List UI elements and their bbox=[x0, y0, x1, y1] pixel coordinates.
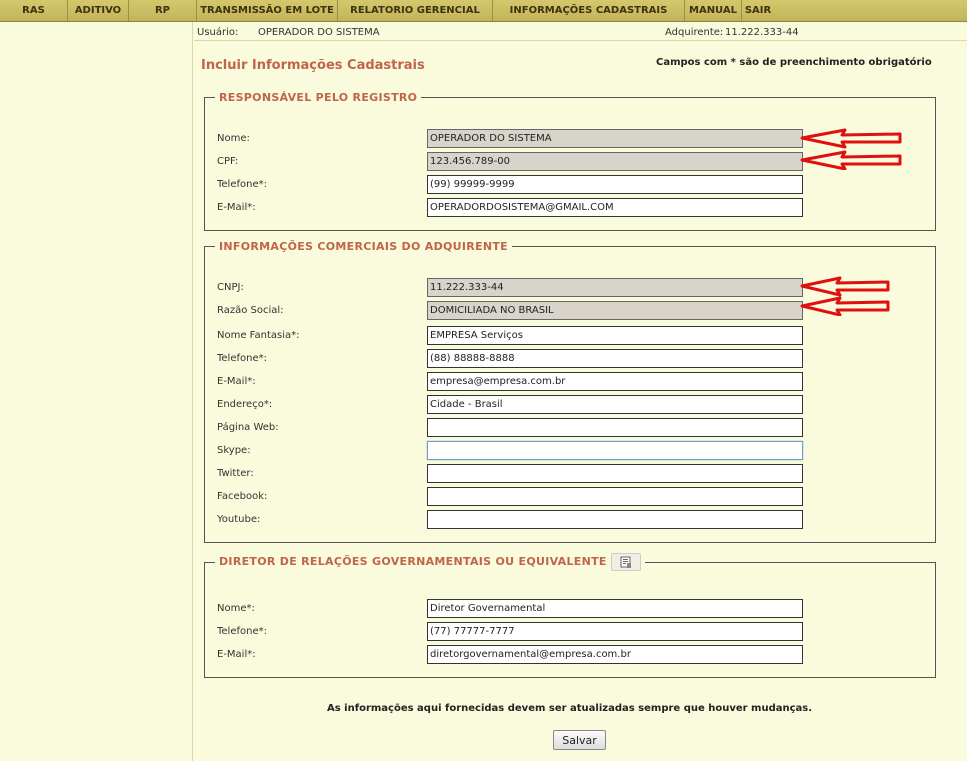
email-comercial-field[interactable] bbox=[427, 372, 803, 391]
cpf-field bbox=[427, 152, 803, 171]
label-cnpj: CNPJ: bbox=[217, 282, 244, 293]
acquirer-value: 11.222.333-44 bbox=[725, 27, 799, 38]
menu-item-relatorio-gerencial[interactable]: RELATORIO GERENCIAL bbox=[338, 0, 493, 21]
label-nome-diretor: Nome*: bbox=[217, 603, 255, 614]
youtube-field[interactable] bbox=[427, 510, 803, 529]
pagina-web-field[interactable] bbox=[427, 418, 803, 437]
section-legend-responsavel: RESPONSÁVEL PELO REGISTRO bbox=[219, 91, 418, 104]
telefone-diretor-field[interactable] bbox=[427, 622, 803, 641]
nome-fantasia-field[interactable] bbox=[427, 326, 803, 345]
label-telefone-comercial: Telefone*: bbox=[217, 353, 267, 364]
acquirer-label: Adquirente: bbox=[665, 27, 724, 38]
label-facebook: Facebook: bbox=[217, 491, 268, 502]
telefone-responsavel-field[interactable] bbox=[427, 175, 803, 194]
section-legend-comerciais: INFORMAÇÕES COMERCIAIS DO ADQUIRENTE bbox=[219, 240, 509, 253]
label-twitter: Twitter: bbox=[217, 468, 254, 479]
menu-item-transmissao-em-lote[interactable]: TRANSMISSÃO EM LOTE bbox=[197, 0, 338, 21]
menu-item-aditivo[interactable]: ADITIVO bbox=[68, 0, 129, 21]
label-razao-social: Razão Social: bbox=[217, 305, 284, 316]
razao-social-field bbox=[427, 301, 803, 320]
top-menu: RAS ADITIVO RP TRANSMISSÃO EM LOTE RELAT… bbox=[0, 0, 967, 22]
label-youtube: Youtube: bbox=[217, 514, 261, 525]
user-label: Usuário: bbox=[197, 27, 239, 38]
endereco-field[interactable] bbox=[427, 395, 803, 414]
user-value: OPERADOR DO SISTEMA bbox=[258, 27, 380, 38]
twitter-field[interactable] bbox=[427, 464, 803, 483]
nome-responsavel-field bbox=[427, 129, 803, 148]
label-telefone-diretor: Telefone*: bbox=[217, 626, 267, 637]
label-email-comercial: E-Mail*: bbox=[217, 376, 256, 387]
label-telefone-responsavel: Telefone*: bbox=[217, 179, 267, 190]
nome-diretor-field[interactable] bbox=[427, 599, 803, 618]
page-title: Incluir Informações Cadastrais bbox=[201, 58, 425, 73]
menu-item-sair[interactable]: SAIR bbox=[742, 0, 774, 21]
label-nome-responsavel: Nome: bbox=[217, 133, 250, 144]
skype-field[interactable] bbox=[427, 441, 803, 460]
label-cpf: CPF: bbox=[217, 156, 239, 167]
section-legend-diretor: DIRETOR DE RELAÇÕES GOVERNAMENTAIS OU EQ… bbox=[219, 555, 607, 568]
red-arrow-icon bbox=[800, 128, 902, 170]
user-info-bar: Usuário: OPERADOR DO SISTEMA Adquirente:… bbox=[194, 22, 967, 41]
label-email-diretor: E-Mail*: bbox=[217, 649, 256, 660]
label-endereco: Endereço*: bbox=[217, 399, 273, 410]
footer-note: As informações aqui fornecidas devem ser… bbox=[327, 703, 813, 714]
menu-item-manual[interactable]: MANUAL bbox=[685, 0, 742, 21]
email-diretor-field[interactable] bbox=[427, 645, 803, 664]
menu-item-ras[interactable]: RAS bbox=[0, 0, 68, 21]
email-responsavel-field[interactable] bbox=[427, 198, 803, 217]
cnpj-field bbox=[427, 278, 803, 297]
label-skype: Skype: bbox=[217, 445, 251, 456]
telefone-comercial-field[interactable] bbox=[427, 349, 803, 368]
label-nome-fantasia: Nome Fantasia*: bbox=[217, 330, 300, 341]
label-pagina-web: Página Web: bbox=[217, 422, 279, 433]
copy-data-icon bbox=[620, 556, 631, 568]
copy-responsavel-button[interactable] bbox=[610, 553, 641, 571]
label-email-responsavel: E-Mail*: bbox=[217, 202, 256, 213]
save-button[interactable]: Salvar bbox=[553, 730, 606, 750]
required-fields-note: Campos com * são de preenchimento obriga… bbox=[656, 57, 932, 68]
left-sidebar bbox=[0, 22, 193, 761]
section-legend-diretor-wrap: DIRETOR DE RELAÇÕES GOVERNAMENTAIS OU EQ… bbox=[215, 553, 645, 571]
red-arrow-icon bbox=[800, 276, 890, 316]
menu-item-informacoes-cadastrais[interactable]: INFORMAÇÕES CADASTRAIS bbox=[493, 0, 685, 21]
facebook-field[interactable] bbox=[427, 487, 803, 506]
menu-item-rp[interactable]: RP bbox=[129, 0, 197, 21]
